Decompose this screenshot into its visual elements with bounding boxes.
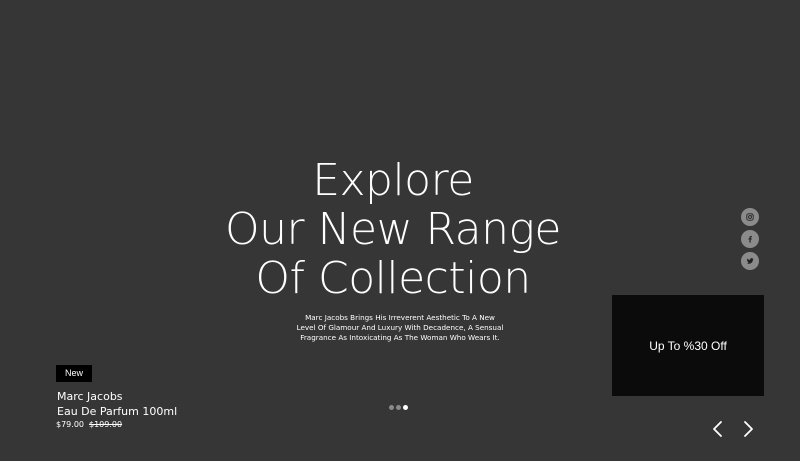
hero-description-line: Fragrance As Intoxicating As The Woman W… — [300, 333, 500, 342]
prev-slide-button[interactable] — [711, 420, 725, 438]
hero-title: Explore Our New Range Of Collection — [0, 156, 786, 303]
chevron-right-icon — [744, 421, 753, 437]
promo-label: Up To %30 Off — [649, 338, 727, 353]
carousel-dots — [389, 405, 408, 411]
price-row: $79.00 $109.00 — [56, 419, 122, 431]
new-badge: New — [56, 365, 92, 382]
facebook-icon — [748, 235, 752, 243]
product-name[interactable]: Eau De Parfum 100ml — [57, 404, 177, 419]
carousel-dot-active[interactable] — [403, 405, 408, 410]
hero-title-line: Our New Range — [225, 204, 561, 255]
facebook-link[interactable] — [741, 230, 759, 248]
product-price: $79.00 — [56, 420, 84, 429]
next-slide-button[interactable] — [741, 420, 755, 438]
carousel-dot[interactable] — [396, 405, 401, 410]
carousel-dot[interactable] — [389, 405, 394, 410]
social-links — [741, 208, 759, 274]
hero-description-line: Level Of Glamour And Luxury With Decaden… — [296, 323, 504, 332]
instagram-icon — [746, 213, 754, 221]
product-brand: Marc Jacobs — [57, 390, 123, 403]
instagram-link[interactable] — [741, 208, 759, 226]
hero-description-line: Marc Jacobs Brings His Irreverent Aesthe… — [305, 313, 495, 322]
hero-description: Marc Jacobs Brings His Irreverent Aesthe… — [280, 313, 520, 343]
hero-title-line: Explore — [312, 155, 474, 206]
twitter-icon — [746, 258, 754, 264]
product-old-price: $109.00 — [89, 420, 123, 429]
chevron-left-icon — [713, 421, 722, 437]
promo-card[interactable]: Up To %30 Off — [612, 295, 764, 396]
twitter-link[interactable] — [741, 252, 759, 270]
hero-slider: Explore Our New Range Of Collection Marc… — [0, 0, 800, 461]
